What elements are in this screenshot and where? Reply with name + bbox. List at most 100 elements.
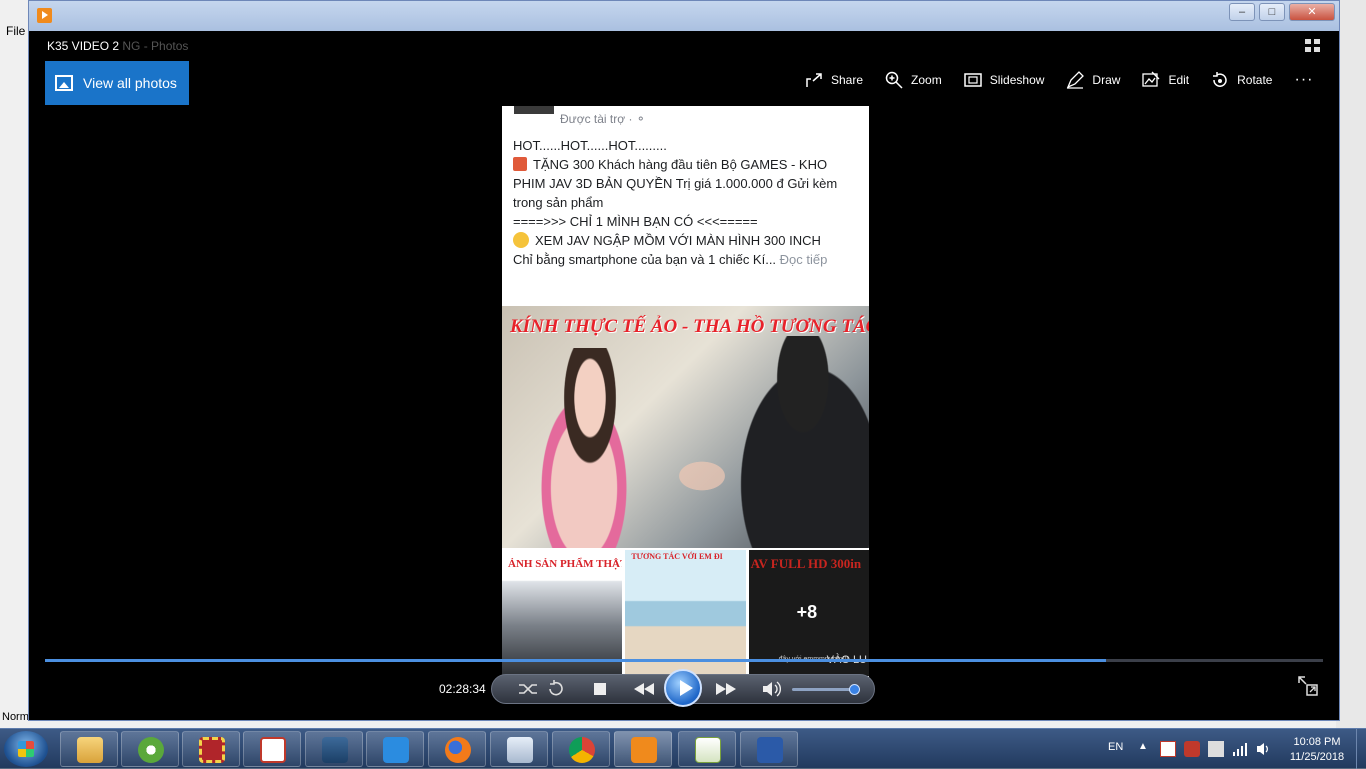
edit-button[interactable]: Edit	[1142, 71, 1189, 89]
taskbar-media-center[interactable]	[490, 731, 548, 767]
share-label: Share	[831, 73, 864, 87]
share-button[interactable]: Share	[805, 71, 863, 89]
share-icon	[806, 73, 822, 87]
status-text: Norm	[2, 711, 29, 723]
taskbar-app-green[interactable]	[121, 731, 179, 767]
ad-thumbnail-more[interactable]: AV FULL HD 300in +8 đây với emmmmmm!!! V…	[748, 550, 869, 676]
ad-vr-user-figure	[722, 336, 869, 548]
speaker-icon	[763, 681, 781, 697]
fast-forward-icon	[716, 683, 736, 695]
stop-icon	[594, 683, 606, 695]
slideshow-icon	[963, 73, 982, 87]
clock-date: 11/25/2018	[1289, 751, 1345, 763]
photos-icon	[55, 75, 73, 91]
switch-to-library-button[interactable]	[1297, 675, 1319, 697]
taskbar-word[interactable]	[740, 731, 798, 767]
slideshow-button[interactable]: Slideshow	[963, 71, 1044, 89]
unikey-icon	[260, 737, 286, 763]
media-icon	[507, 737, 533, 763]
seek-bar-fill	[45, 659, 1106, 662]
view-all-label: View all photos	[83, 75, 177, 91]
post-text: HOT......HOT......HOT......... TẶNG 300 …	[513, 136, 863, 269]
menu-file[interactable]: File	[6, 24, 25, 38]
draw-button[interactable]: Draw	[1066, 71, 1120, 89]
read-more-link[interactable]: Đọc tiếp	[780, 252, 828, 267]
edit-label: Edit	[1168, 73, 1190, 87]
zoom-button[interactable]: Zoom	[885, 71, 942, 89]
heart-eyes-emoji-icon	[513, 232, 529, 248]
doc-title-name: K35 VIDEO 2	[47, 39, 120, 53]
volume-slider[interactable]	[792, 684, 860, 695]
network-icon[interactable]	[1232, 741, 1248, 757]
displayed-photo: Được tài trợ · ⚬ HOT......HOT......HOT..…	[502, 106, 869, 686]
ad-thumbnail-row: ẢNH SẢN PHẨM THẬT TƯƠNG TÁC VỚI EM ĐI AV…	[502, 550, 869, 676]
mute-button[interactable]	[760, 679, 784, 699]
maximize-button[interactable]: □	[1259, 3, 1285, 21]
mysql-dolphin-icon	[322, 737, 348, 763]
firefox-icon	[445, 737, 471, 763]
player-app-icon	[37, 8, 52, 23]
post-line: ====>>> CHỈ 1 MÌNH BẠN CÓ <<<=====	[513, 214, 758, 229]
avatar	[514, 106, 554, 114]
post-header: Được tài trợ · ⚬	[502, 106, 869, 136]
player-icon	[631, 737, 657, 763]
close-button[interactable]: ✕	[1289, 3, 1335, 21]
language-indicator[interactable]: EN	[1108, 741, 1123, 753]
post-line: Chỉ bằng smartphone của bạn và 1 chiếc K…	[513, 252, 777, 267]
app-title-suffix: NG - Photos	[122, 39, 189, 53]
title-bar[interactable]: – □ ✕	[29, 1, 1339, 31]
system-clock[interactable]: 10:08 PM 11/25/2018	[1284, 735, 1350, 765]
taskbar-app-red[interactable]	[182, 731, 240, 767]
notepad-icon	[695, 737, 721, 763]
taskbar-mysql[interactable]	[305, 731, 363, 767]
play-button[interactable]	[664, 669, 702, 707]
volume-knob[interactable]	[848, 684, 860, 695]
zoom-label: Zoom	[911, 73, 942, 87]
fullscreen-icon[interactable]	[1305, 39, 1321, 53]
taskbar-photos-active[interactable]	[614, 731, 672, 767]
tray-expand-icon[interactable]: ▲	[1138, 741, 1154, 757]
taskbar-notepad[interactable]	[678, 731, 736, 767]
sponsored-label: Được tài trợ · ⚬	[560, 112, 646, 126]
taskbar-explorer[interactable]	[60, 731, 118, 767]
clock-time: 10:08 PM	[1293, 736, 1341, 748]
taskbar-chrome[interactable]	[552, 731, 610, 767]
globe-icon: ⚬	[635, 112, 646, 126]
elapsed-time: 02:28:34	[439, 682, 486, 696]
background-scrollbar[interactable]	[1336, 0, 1366, 730]
chrome-icon	[569, 737, 595, 763]
view-all-photos-button[interactable]: View all photos	[45, 61, 189, 105]
repeat-button[interactable]	[544, 679, 568, 699]
zoom-icon	[885, 71, 903, 89]
vscode-icon	[383, 737, 409, 763]
thumbnail-label: TƯƠNG TÁC VỚI EM ĐI	[631, 552, 723, 561]
ad-thumbnail-product[interactable]: ẢNH SẢN PHẨM THẬT	[502, 550, 623, 676]
stop-button[interactable]	[588, 679, 612, 699]
taskbar-firefox[interactable]	[428, 731, 486, 767]
rewind-button[interactable]	[630, 679, 654, 699]
taskbar: EN ▲ 10:08 PM 11/25/2018	[0, 728, 1366, 769]
rotate-button[interactable]: Rotate	[1211, 71, 1272, 89]
more-options-button[interactable]: ···	[1294, 71, 1313, 89]
show-desktop-button[interactable]	[1356, 729, 1366, 769]
unikey-tray-icon[interactable]	[1160, 741, 1176, 757]
player-window: – □ ✕ K35 VIDEO 2 NG - Photos View all p…	[28, 0, 1340, 721]
folder-icon	[77, 737, 103, 763]
security-tray-icon[interactable]	[1184, 741, 1200, 757]
more-photos-count: +8	[796, 602, 818, 622]
action-center-icon[interactable]	[1208, 741, 1224, 757]
minimize-button[interactable]: –	[1229, 3, 1255, 21]
start-button[interactable]	[4, 731, 48, 767]
shuffle-button[interactable]	[516, 679, 540, 699]
red-app-icon	[199, 737, 225, 763]
taskbar-vscode[interactable]	[366, 731, 424, 767]
fast-forward-button[interactable]	[712, 679, 736, 699]
photo-toolbar: Share Zoom Slideshow Draw Edit Rotate ··…	[805, 71, 1313, 89]
green-app-icon	[138, 737, 164, 763]
rotate-label: Rotate	[1237, 73, 1273, 87]
volume-tray-icon[interactable]	[1256, 741, 1272, 757]
doc-title: K35 VIDEO 2 NG - Photos	[47, 39, 188, 53]
ad-thumbnail-model[interactable]: TƯƠNG TÁC VỚI EM ĐI	[625, 550, 746, 676]
taskbar-unikey[interactable]	[243, 731, 301, 767]
seek-bar[interactable]	[45, 659, 1323, 662]
